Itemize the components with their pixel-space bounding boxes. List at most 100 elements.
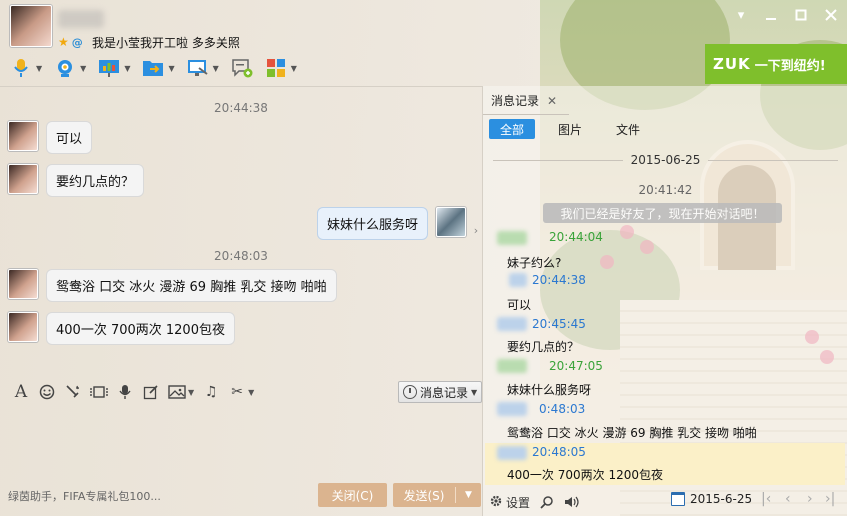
message-area[interactable]: 20:44:38 可以 要约几点的？ 妹妹什么服务呀 20:48:03 鸳鸯浴 … (0, 86, 482, 376)
chevron-down-icon[interactable]: ▼ (36, 64, 42, 73)
voice-call-button[interactable]: ▼ (10, 55, 42, 81)
history-panel: 消息记录 ✕ 全部 图片 文件 2015-06-25 20:41:42 我们已经… (482, 86, 847, 516)
ad-brand: ZUK (713, 55, 751, 73)
close-button[interactable]: 关闭(C) (318, 483, 387, 507)
status-icons: ★ @ (58, 35, 83, 49)
window-controls: ▾ (733, 8, 839, 23)
screenshot-frame-icon[interactable] (88, 381, 110, 403)
message-row: 鸳鸯浴 口交 冰火 漫游 69 胸推 乳交 接吻 啪啪 (8, 269, 337, 302)
advert-banner[interactable]: ZUK 一下到纽约! (705, 44, 847, 84)
webcam-icon (54, 57, 76, 79)
star-icon: ★ (58, 35, 69, 49)
sender-avatar[interactable] (8, 164, 38, 194)
chevron-down-icon[interactable]: ▼ (168, 64, 174, 73)
collapse-panel-icon[interactable]: › (470, 218, 482, 242)
chevron-down-icon[interactable]: ▼ (213, 64, 219, 73)
promo-hint[interactable]: 绿茵助手，FIFA专属礼包100... (8, 488, 161, 504)
first-page-icon[interactable]: |‹ (761, 491, 771, 507)
chevron-down-icon[interactable]: ▼ (188, 388, 194, 397)
search-icon[interactable] (540, 495, 554, 509)
filter-all[interactable]: 全部 (489, 119, 536, 139)
dropdown-menu-icon[interactable]: ▾ (733, 8, 749, 23)
ad-slogan: 一下到纽约! (754, 58, 826, 74)
chevron-down-icon[interactable]: ▼ (456, 490, 481, 500)
settings-button[interactable]: 设置 (489, 494, 530, 511)
chat-toolbar: ▼ ▼ ▼ ▼ ▼ ▼ (10, 55, 309, 81)
date-separator: 2015-06-25 (493, 152, 838, 168)
contact-nickname (58, 10, 104, 28)
filter-files[interactable]: 文件 (605, 119, 651, 139)
date-picker-value: 2015-6-25 (690, 492, 753, 506)
scissors-icon[interactable]: ✂ (226, 381, 248, 403)
speaker-icon[interactable] (564, 495, 580, 509)
history-label: 消息记录 (420, 385, 469, 400)
close-icon[interactable] (823, 8, 839, 22)
apps-button[interactable]: ▼ (265, 55, 297, 81)
prev-page-icon[interactable]: ‹ (785, 491, 791, 507)
message-bubble[interactable]: 妹妹什么服务呀 (316, 207, 428, 240)
send-button[interactable]: 发送(S) ▼ (393, 483, 481, 507)
sender-name (497, 446, 527, 460)
message-bubble[interactable]: 要约几点的？ (46, 164, 145, 197)
record-text: 可以 (507, 298, 532, 312)
history-date: 2015-06-25 (630, 153, 701, 167)
message-row: 要约几点的？ (8, 164, 145, 197)
message-timestamp: 20:44:38 (214, 101, 268, 115)
chevron-down-icon[interactable]: ▼ (124, 64, 130, 73)
history-tab-label: 消息记录 (491, 94, 540, 108)
chevron-down-icon: ▼ (471, 387, 478, 397)
edit-icon[interactable] (140, 381, 162, 403)
create-discussion-button[interactable] (231, 55, 253, 81)
minimize-icon[interactable] (763, 8, 779, 22)
sender-name (509, 273, 527, 287)
message-history-button[interactable]: 消息记录 ▼ (398, 381, 483, 403)
message-timestamp: 20:48:03 (214, 249, 268, 263)
send-label: 发送(S) (403, 488, 445, 503)
font-icon[interactable]: A (10, 381, 32, 403)
message-bubble[interactable]: 鸳鸯浴 口交 冰火 漫游 69 胸推 乳交 接吻 啪啪 (46, 269, 337, 302)
sender-name (497, 231, 527, 245)
apps-grid-icon (265, 57, 287, 79)
record-time: 0:48:03 (539, 402, 586, 416)
remote-assist-button[interactable]: ▼ (187, 55, 219, 81)
record-time: 20:47:05 (549, 359, 603, 373)
last-page-icon[interactable]: ›| (825, 491, 835, 507)
image-icon[interactable] (166, 381, 188, 403)
contact-signature: 我是小莹我开工啦 多多关照 (92, 36, 240, 50)
emoji-icon[interactable] (36, 381, 58, 403)
next-page-icon[interactable]: › (807, 491, 813, 507)
history-toolbar: 设置 (483, 488, 847, 516)
chevron-down-icon[interactable]: ▼ (291, 64, 297, 73)
message-bubble[interactable]: 400一次 700两次 1200包夜 (46, 312, 235, 345)
shake-window-icon[interactable] (62, 381, 84, 403)
date-picker[interactable]: 2015-6-25 (671, 492, 752, 506)
sender-avatar[interactable] (8, 269, 38, 299)
history-tab[interactable]: 消息记录 ✕ (491, 92, 557, 109)
close-icon[interactable]: ✕ (547, 94, 557, 108)
settings-label: 设置 (506, 495, 531, 510)
record-text: 妹子约么? (507, 256, 562, 270)
qq-icon: @ (71, 35, 83, 49)
system-message: 我们已经是好友了，现在开始对话吧！ (543, 203, 782, 223)
calendar-icon (671, 492, 685, 506)
remote-desktop-icon (187, 57, 209, 79)
send-file-button[interactable]: ▼ (142, 55, 175, 81)
chevron-down-icon[interactable]: ▼ (248, 388, 254, 397)
sender-avatar[interactable] (8, 312, 38, 342)
microphone-icon (10, 57, 32, 79)
maximize-icon[interactable] (793, 8, 809, 22)
message-input[interactable] (0, 407, 482, 480)
contact-avatar[interactable] (10, 5, 52, 47)
record-time: 20:48:05 (532, 445, 586, 459)
my-avatar[interactable] (436, 207, 466, 237)
share-screen-button[interactable]: ▼ (98, 55, 130, 81)
message-bubble[interactable]: 可以 (46, 121, 93, 154)
sender-avatar[interactable] (8, 121, 38, 151)
record-time: 20:44:04 (549, 230, 603, 244)
music-icon[interactable]: ♫ (200, 381, 222, 403)
video-call-button[interactable]: ▼ (54, 55, 86, 81)
filter-images[interactable]: 图片 (547, 119, 593, 139)
voice-message-icon[interactable] (114, 381, 136, 403)
sender-name (497, 317, 527, 331)
chevron-down-icon[interactable]: ▼ (80, 64, 86, 73)
